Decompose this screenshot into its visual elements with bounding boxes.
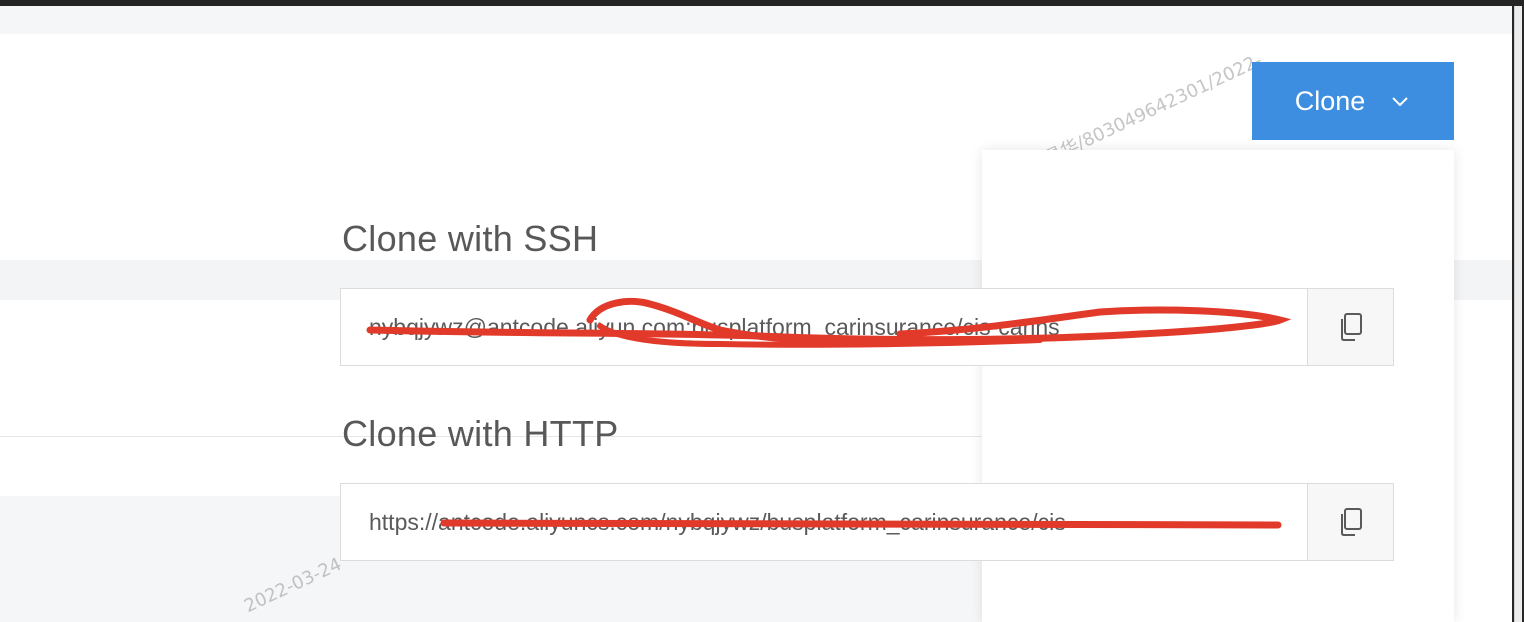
clone-button-label: Clone <box>1294 85 1366 116</box>
clone-button[interactable]: Clone <box>1252 62 1454 140</box>
ssh-section-title: Clone with SSH <box>342 218 599 259</box>
page-header-band <box>0 6 1512 34</box>
chevron-down-icon <box>1392 97 1408 107</box>
http-section-title: Clone with HTTP <box>342 413 619 454</box>
ssh-url-field[interactable] <box>340 288 1308 366</box>
http-copy-button[interactable] <box>1307 483 1394 561</box>
ssh-copy-button[interactable] <box>1307 288 1394 366</box>
scrollbar-thumb[interactable] <box>1514 6 1522 622</box>
copy-icon <box>1340 313 1362 341</box>
copy-icon <box>1340 508 1362 536</box>
http-url-field[interactable] <box>340 483 1308 561</box>
